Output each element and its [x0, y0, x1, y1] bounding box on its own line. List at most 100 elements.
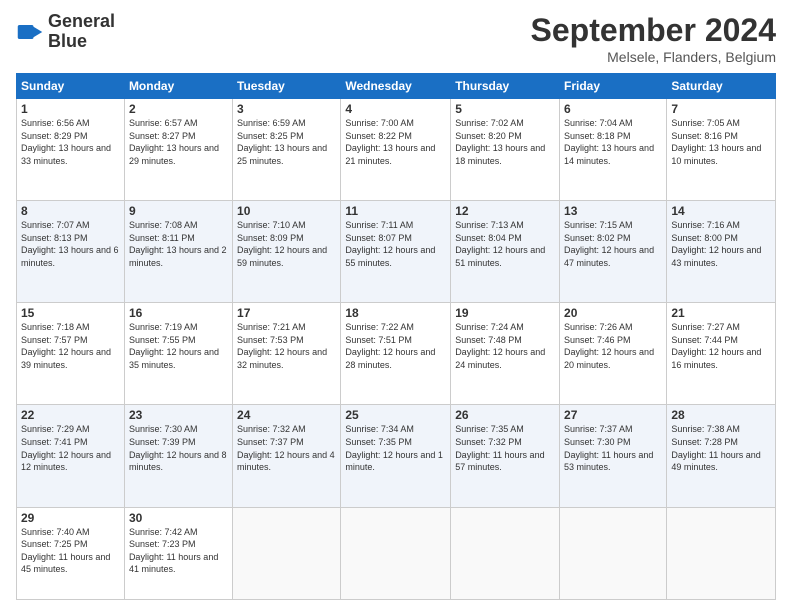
calendar-cell: 7Sunrise: 7:05 AMSunset: 8:16 PMDaylight… — [667, 99, 776, 201]
day-info: Sunrise: 7:35 AMSunset: 7:32 PMDaylight:… — [455, 423, 555, 473]
day-info: Sunrise: 7:24 AMSunset: 7:48 PMDaylight:… — [455, 321, 555, 371]
day-number: 23 — [129, 408, 228, 422]
calendar-cell: 25Sunrise: 7:34 AMSunset: 7:35 PMDayligh… — [341, 405, 451, 507]
calendar-cell: 21Sunrise: 7:27 AMSunset: 7:44 PMDayligh… — [667, 303, 776, 405]
logo-icon — [16, 18, 44, 46]
calendar-cell: 6Sunrise: 7:04 AMSunset: 8:18 PMDaylight… — [560, 99, 667, 201]
day-info: Sunrise: 7:26 AMSunset: 7:46 PMDaylight:… — [564, 321, 662, 371]
calendar-cell: 19Sunrise: 7:24 AMSunset: 7:48 PMDayligh… — [451, 303, 560, 405]
calendar-cell — [667, 507, 776, 599]
day-info: Sunrise: 7:16 AMSunset: 8:00 PMDaylight:… — [671, 219, 771, 269]
day-info: Sunrise: 7:04 AMSunset: 8:18 PMDaylight:… — [564, 117, 662, 167]
day-info: Sunrise: 7:18 AMSunset: 7:57 PMDaylight:… — [21, 321, 120, 371]
day-number: 27 — [564, 408, 662, 422]
day-number: 2 — [129, 102, 228, 116]
day-number: 16 — [129, 306, 228, 320]
day-number: 11 — [345, 204, 446, 218]
title-block: September 2024 Melsele, Flanders, Belgiu… — [531, 12, 776, 65]
header-saturday: Saturday — [667, 74, 776, 99]
day-info: Sunrise: 7:34 AMSunset: 7:35 PMDaylight:… — [345, 423, 446, 473]
week-row-5: 29Sunrise: 7:40 AMSunset: 7:25 PMDayligh… — [17, 507, 776, 599]
header-tuesday: Tuesday — [233, 74, 341, 99]
calendar-cell: 26Sunrise: 7:35 AMSunset: 7:32 PMDayligh… — [451, 405, 560, 507]
calendar-cell: 24Sunrise: 7:32 AMSunset: 7:37 PMDayligh… — [233, 405, 341, 507]
day-info: Sunrise: 7:27 AMSunset: 7:44 PMDaylight:… — [671, 321, 771, 371]
calendar-cell: 11Sunrise: 7:11 AMSunset: 8:07 PMDayligh… — [341, 201, 451, 303]
day-number: 10 — [237, 204, 336, 218]
calendar-cell — [560, 507, 667, 599]
day-number: 30 — [129, 511, 228, 525]
calendar-cell: 17Sunrise: 7:21 AMSunset: 7:53 PMDayligh… — [233, 303, 341, 405]
calendar-cell: 22Sunrise: 7:29 AMSunset: 7:41 PMDayligh… — [17, 405, 125, 507]
calendar-cell: 30Sunrise: 7:42 AMSunset: 7:23 PMDayligh… — [124, 507, 232, 599]
calendar-cell — [451, 507, 560, 599]
calendar-cell: 1Sunrise: 6:56 AMSunset: 8:29 PMDaylight… — [17, 99, 125, 201]
day-number: 22 — [21, 408, 120, 422]
calendar-header-row: Sunday Monday Tuesday Wednesday Thursday… — [17, 74, 776, 99]
logo-text: General Blue — [48, 12, 115, 52]
logo-line1: General — [48, 12, 115, 32]
calendar-cell: 16Sunrise: 7:19 AMSunset: 7:55 PMDayligh… — [124, 303, 232, 405]
calendar-cell: 29Sunrise: 7:40 AMSunset: 7:25 PMDayligh… — [17, 507, 125, 599]
day-number: 20 — [564, 306, 662, 320]
day-number: 7 — [671, 102, 771, 116]
day-number: 17 — [237, 306, 336, 320]
day-info: Sunrise: 7:30 AMSunset: 7:39 PMDaylight:… — [129, 423, 228, 473]
header-wednesday: Wednesday — [341, 74, 451, 99]
day-number: 26 — [455, 408, 555, 422]
calendar-cell: 10Sunrise: 7:10 AMSunset: 8:09 PMDayligh… — [233, 201, 341, 303]
calendar-cell: 13Sunrise: 7:15 AMSunset: 8:02 PMDayligh… — [560, 201, 667, 303]
day-info: Sunrise: 6:59 AMSunset: 8:25 PMDaylight:… — [237, 117, 336, 167]
day-info: Sunrise: 7:21 AMSunset: 7:53 PMDaylight:… — [237, 321, 336, 371]
day-info: Sunrise: 7:10 AMSunset: 8:09 PMDaylight:… — [237, 219, 336, 269]
day-info: Sunrise: 7:08 AMSunset: 8:11 PMDaylight:… — [129, 219, 228, 269]
location-subtitle: Melsele, Flanders, Belgium — [531, 49, 776, 65]
header: General Blue September 2024 Melsele, Fla… — [16, 12, 776, 65]
day-number: 13 — [564, 204, 662, 218]
day-number: 25 — [345, 408, 446, 422]
day-info: Sunrise: 7:11 AMSunset: 8:07 PMDaylight:… — [345, 219, 446, 269]
calendar-cell: 28Sunrise: 7:38 AMSunset: 7:28 PMDayligh… — [667, 405, 776, 507]
day-info: Sunrise: 7:00 AMSunset: 8:22 PMDaylight:… — [345, 117, 446, 167]
day-number: 28 — [671, 408, 771, 422]
day-info: Sunrise: 7:05 AMSunset: 8:16 PMDaylight:… — [671, 117, 771, 167]
day-info: Sunrise: 7:32 AMSunset: 7:37 PMDaylight:… — [237, 423, 336, 473]
header-thursday: Thursday — [451, 74, 560, 99]
day-info: Sunrise: 7:42 AMSunset: 7:23 PMDaylight:… — [129, 526, 228, 576]
day-info: Sunrise: 6:56 AMSunset: 8:29 PMDaylight:… — [21, 117, 120, 167]
header-sunday: Sunday — [17, 74, 125, 99]
day-number: 1 — [21, 102, 120, 116]
calendar-cell: 4Sunrise: 7:00 AMSunset: 8:22 PMDaylight… — [341, 99, 451, 201]
day-number: 29 — [21, 511, 120, 525]
week-row-3: 15Sunrise: 7:18 AMSunset: 7:57 PMDayligh… — [17, 303, 776, 405]
day-number: 12 — [455, 204, 555, 218]
day-number: 18 — [345, 306, 446, 320]
calendar-cell: 23Sunrise: 7:30 AMSunset: 7:39 PMDayligh… — [124, 405, 232, 507]
day-info: Sunrise: 7:29 AMSunset: 7:41 PMDaylight:… — [21, 423, 120, 473]
calendar-cell: 8Sunrise: 7:07 AMSunset: 8:13 PMDaylight… — [17, 201, 125, 303]
calendar-cell — [341, 507, 451, 599]
day-info: Sunrise: 7:13 AMSunset: 8:04 PMDaylight:… — [455, 219, 555, 269]
calendar-table: Sunday Monday Tuesday Wednesday Thursday… — [16, 73, 776, 600]
day-number: 3 — [237, 102, 336, 116]
week-row-2: 8Sunrise: 7:07 AMSunset: 8:13 PMDaylight… — [17, 201, 776, 303]
day-number: 8 — [21, 204, 120, 218]
day-number: 24 — [237, 408, 336, 422]
day-number: 6 — [564, 102, 662, 116]
week-row-1: 1Sunrise: 6:56 AMSunset: 8:29 PMDaylight… — [17, 99, 776, 201]
header-monday: Monday — [124, 74, 232, 99]
day-number: 5 — [455, 102, 555, 116]
calendar-cell: 18Sunrise: 7:22 AMSunset: 7:51 PMDayligh… — [341, 303, 451, 405]
day-info: Sunrise: 7:07 AMSunset: 8:13 PMDaylight:… — [21, 219, 120, 269]
calendar-cell: 15Sunrise: 7:18 AMSunset: 7:57 PMDayligh… — [17, 303, 125, 405]
day-number: 9 — [129, 204, 228, 218]
day-info: Sunrise: 7:15 AMSunset: 8:02 PMDaylight:… — [564, 219, 662, 269]
calendar-cell: 9Sunrise: 7:08 AMSunset: 8:11 PMDaylight… — [124, 201, 232, 303]
calendar-cell: 2Sunrise: 6:57 AMSunset: 8:27 PMDaylight… — [124, 99, 232, 201]
day-info: Sunrise: 7:02 AMSunset: 8:20 PMDaylight:… — [455, 117, 555, 167]
day-info: Sunrise: 7:37 AMSunset: 7:30 PMDaylight:… — [564, 423, 662, 473]
day-number: 15 — [21, 306, 120, 320]
day-info: Sunrise: 6:57 AMSunset: 8:27 PMDaylight:… — [129, 117, 228, 167]
day-number: 21 — [671, 306, 771, 320]
month-title: September 2024 — [531, 12, 776, 49]
